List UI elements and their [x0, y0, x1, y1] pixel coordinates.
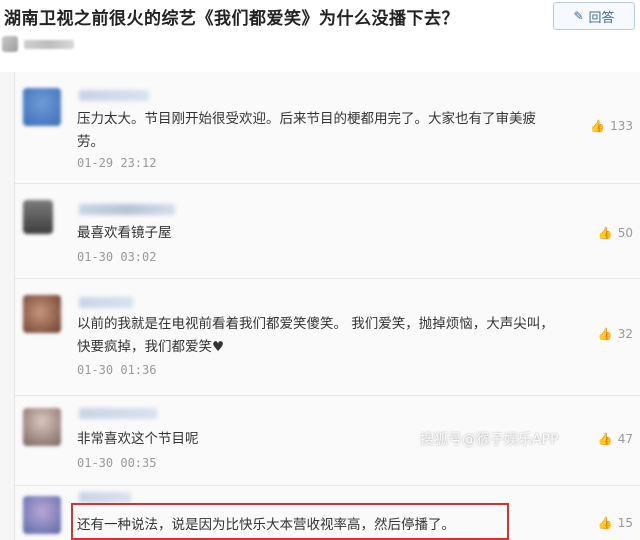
pencil-icon: ✎ — [573, 9, 584, 23]
avatar[interactable] — [23, 496, 61, 534]
thumbs-up-icon: 👍 — [597, 327, 613, 341]
avatar[interactable] — [23, 295, 61, 333]
like-button[interactable]: 👍 32 — [598, 327, 633, 341]
comment-item: 压力太大。节目刚开始很受欢迎。后来节目的梗都用完了。大家也有了审美疲劳。 01-… — [15, 72, 640, 182]
like-count: 15 — [617, 516, 633, 530]
like-count: 47 — [617, 432, 633, 446]
thumbs-up-icon: 👍 — [597, 226, 613, 240]
username-blurred[interactable] — [79, 408, 157, 419]
avatar[interactable] — [23, 200, 53, 234]
comment-item: 最喜欢看镜子屋 01-30 03:02 👍 50 — [15, 184, 640, 277]
watermark: 搜狐号@猴子娱乐APP — [420, 432, 559, 448]
comment-time: 01-30 00:35 — [77, 456, 157, 470]
username-blurred[interactable] — [79, 492, 131, 503]
question-header: 湖南卫视之前很火的综艺《我们都爱笑》为什么没播下去？ ✎ 回答 — [0, 0, 640, 72]
comment-item: 以前的我就是在电视前看着我们都爱笑傻笑。 我们爱笑，抛掉烦恼，大声尖叫，快要疯掉… — [15, 279, 640, 394]
username-blurred[interactable] — [79, 90, 149, 101]
comment-text: 压力太大。节目刚开始很受欢迎。后来节目的梗都用完了。大家也有了审美疲劳。 — [77, 111, 536, 150]
like-count: 32 — [617, 327, 633, 341]
like-count: 50 — [617, 226, 633, 240]
like-button[interactable]: 👍 47 — [598, 432, 633, 446]
like-button[interactable]: 👍 15 — [598, 516, 633, 530]
thumbs-up-icon: 👍 — [597, 516, 613, 530]
comment-time: 01-29 23:12 — [77, 156, 157, 170]
answer-button[interactable]: ✎ 回答 — [553, 2, 635, 30]
comment-text: 以前的我就是在电视前看着我们都爱笑傻笑。 我们爱笑，抛掉烦恼，大声尖叫，快要疯掉… — [77, 316, 554, 355]
like-button[interactable]: 👍 50 — [598, 226, 633, 240]
question-title[interactable]: 湖南卫视之前很火的综艺《我们都爱笑》为什么没播下去？ — [4, 4, 459, 29]
comment-thread: 压力太大。节目刚开始很受欢迎。后来节目的梗都用完了。大家也有了审美疲劳。 01-… — [14, 72, 640, 540]
thumbs-up-icon: 👍 — [590, 119, 606, 133]
like-button[interactable]: 👍 133 — [590, 119, 633, 133]
username-blurred[interactable] — [79, 204, 175, 215]
username-blurred[interactable] — [79, 297, 133, 308]
like-count: 133 — [610, 119, 633, 133]
avatar[interactable] — [23, 88, 61, 126]
highlight-box — [71, 503, 509, 540]
comment-text: 最喜欢看镜子屋 — [77, 225, 172, 241]
avatar[interactable] — [23, 408, 61, 446]
answer-button-label: 回答 — [588, 10, 615, 26]
asker-name-blurred[interactable] — [24, 40, 74, 49]
comment-time: 01-30 01:36 — [77, 363, 157, 377]
asker-avatar[interactable] — [2, 36, 18, 52]
thumbs-up-icon: 👍 — [597, 432, 613, 446]
comment-time: 01-30 03:02 — [77, 250, 157, 264]
